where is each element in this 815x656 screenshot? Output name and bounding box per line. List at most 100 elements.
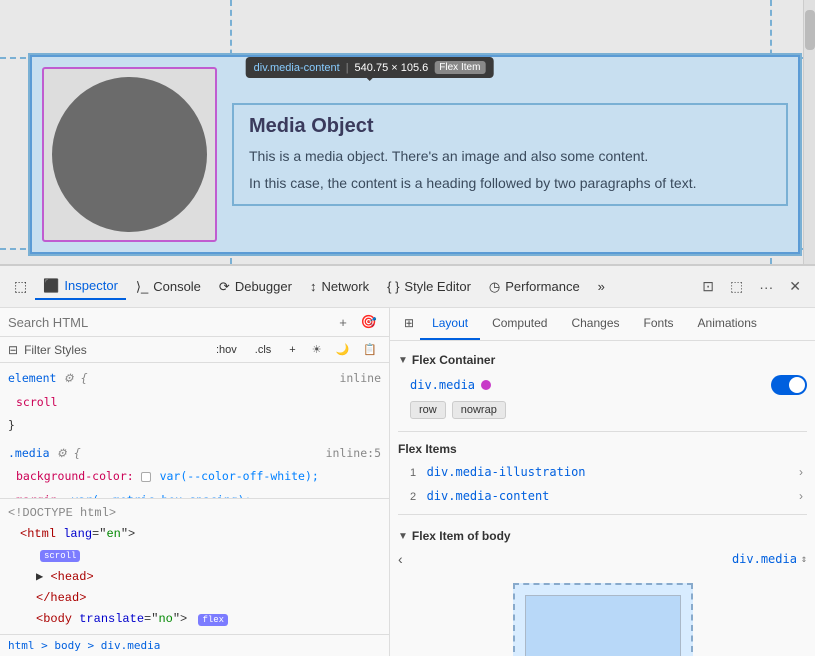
tab-changes[interactable]: Changes [559, 308, 631, 340]
more-tools-button[interactable]: » [590, 275, 613, 298]
flex-item-body-header[interactable]: ▼ Flex Item of body [398, 525, 807, 547]
style-content: element ⚙ { inline scroll } .media ⚙ { i… [0, 363, 389, 498]
performance-button[interactable]: ◷ Performance [481, 275, 588, 299]
section-arrow-down-2: ▼ [398, 531, 408, 542]
copy-styles-button[interactable]: 📋 [359, 341, 381, 358]
html-inspector-panel: + 🎯 ⊟ Filter Styles :hov .cls + [0, 308, 390, 656]
flex-nowrap-badge[interactable]: nowrap [452, 401, 506, 419]
flex-badges: row nowrap [398, 399, 807, 425]
network-button[interactable]: ↕ Network [302, 275, 377, 298]
media-circle [52, 77, 207, 232]
performance-icon: ◷ [489, 279, 500, 295]
tab-fonts[interactable]: Fonts [632, 308, 686, 340]
responsive-design-button[interactable]: ⊡ [696, 274, 720, 299]
flex-items-header: Flex Items [398, 438, 807, 460]
tree-scroll-badge: scroll [0, 545, 389, 566]
toolbar-right: ⊡ ⬚ ··· ✕ [696, 274, 807, 299]
cursor-button[interactable]: ⬚ [8, 274, 33, 299]
tab-computed[interactable]: Computed [480, 308, 559, 340]
element-property: scroll [0, 391, 389, 415]
tooltip-flex-badge: Flex Item [434, 61, 485, 74]
chevron-right-icon: » [598, 279, 605, 294]
element-selector: element [8, 371, 56, 385]
box-model-preview [513, 583, 693, 656]
tab-animations[interactable]: Animations [686, 308, 769, 340]
sun-icon: ☀ [312, 344, 322, 356]
tree-head[interactable]: ▶ <head> [0, 567, 389, 588]
console-icon: ⟩_ [136, 279, 148, 295]
screenshot-icon: ⬚ [730, 278, 743, 294]
panels-container: + 🎯 ⊟ Filter Styles :hov .cls + [0, 308, 815, 656]
inspector-icon: ⬛ [43, 278, 59, 294]
cls-button[interactable]: .cls [249, 342, 278, 358]
light-theme-button[interactable]: ☀ [308, 341, 326, 358]
tree-body[interactable]: <body translate="no"> flex [0, 609, 389, 630]
element-tooltip: div.media-content | 540.75 × 105.6 Flex … [246, 57, 494, 78]
scrollbar[interactable] [803, 0, 815, 264]
tab-layout-expand[interactable]: ⊞ [398, 308, 420, 340]
close-icon: ✕ [789, 278, 801, 294]
console-button[interactable]: ⟩_ Console [128, 275, 209, 299]
flex-item-1[interactable]: 1 div.media-illustration › [398, 460, 807, 484]
flex-item-2[interactable]: 2 div.media-content › [398, 484, 807, 508]
eyedropper-icon: 🎯 [361, 314, 377, 329]
media-heading: Media Object [249, 115, 771, 138]
flex-row-badge[interactable]: row [410, 401, 446, 419]
preview-area: div.media-content | 540.75 × 105.6 Flex … [0, 0, 815, 265]
flex-container-element: div.media [410, 378, 491, 392]
hov-button[interactable]: :hov [210, 342, 243, 358]
plus-icon2: + [289, 344, 295, 356]
screenshot-button[interactable]: ⬚ [724, 274, 749, 299]
search-input[interactable] [8, 315, 329, 330]
element-rule-block: element ⚙ { inline [0, 367, 389, 391]
tooltip-element: div.media-content [254, 62, 340, 74]
right-panel: ⊞ Layout Computed Changes Fonts Animatio… [390, 308, 815, 656]
responsive-icon: ⊡ [702, 278, 714, 294]
console-label: Console [153, 279, 201, 294]
tab-layout[interactable]: Layout [420, 308, 480, 340]
dropdown-arrow[interactable]: ⇕ [801, 554, 807, 565]
style-editor-label: Style Editor [404, 279, 470, 294]
plus-icon: + [339, 315, 347, 330]
nav-back-arrow[interactable]: ‹ [398, 551, 403, 567]
box-model-container [398, 575, 807, 656]
inspector-button[interactable]: ⬛ Inspector [35, 274, 126, 300]
style-filter-bar: ⊟ Filter Styles :hov .cls + ☀ 🌙 [0, 337, 389, 363]
margin-prop: margin: var(--metric-box-spacing); [0, 489, 389, 498]
html-tree: <!DOCTYPE html> <html lang="en"> scroll … [0, 498, 389, 634]
close-button[interactable]: ✕ [783, 274, 807, 299]
media-content: Media Object This is a media object. The… [232, 103, 788, 206]
tree-doctype[interactable]: <!DOCTYPE html> [0, 503, 389, 524]
chevron-right-icon-2: › [799, 489, 803, 503]
debugger-button[interactable]: ⟳ Debugger [211, 275, 300, 299]
add-rule-button[interactable]: + [283, 342, 301, 358]
flex-container-label: Flex Container [412, 353, 495, 367]
search-bar: + 🎯 [0, 308, 389, 337]
color-swatch-icon[interactable] [141, 472, 151, 482]
breadcrumb: html > body > div.media [0, 634, 389, 656]
pick-element-button[interactable]: 🎯 [357, 312, 381, 332]
flex-item-of-body: ▼ Flex Item of body ‹ div.media ⇕ [398, 521, 807, 575]
network-icon: ↕ [310, 279, 317, 294]
flex-container-header[interactable]: ▼ Flex Container [398, 349, 807, 371]
cls-label: .cls [255, 344, 272, 356]
add-node-button[interactable]: + [335, 313, 351, 332]
filter-icon: ⊟ [8, 343, 18, 357]
dark-theme-button[interactable]: 🌙 [332, 341, 354, 358]
network-label: Network [321, 279, 369, 294]
tree-html[interactable]: <html lang="en"> [0, 524, 389, 545]
ellipsis-icon: ··· [759, 279, 773, 295]
tree-head-close[interactable]: </head> [0, 588, 389, 609]
debugger-icon: ⟳ [219, 279, 230, 295]
media-text-1: This is a media object. There's an image… [249, 146, 771, 167]
section-arrow-down: ▼ [398, 355, 408, 366]
inspector-label: Inspector [64, 278, 117, 293]
flex-toggle[interactable] [771, 375, 807, 395]
flex-item-nav: div.media ⇕ [732, 552, 807, 566]
media-text-2: In this case, the content is a heading f… [249, 173, 771, 194]
media-illustration [42, 67, 217, 242]
right-tabs: ⊞ Layout Computed Changes Fonts Animatio… [390, 308, 815, 341]
style-editor-button[interactable]: { } Style Editor [379, 275, 479, 298]
overflow-button[interactable]: ··· [753, 275, 779, 299]
media-object: Media Object This is a media object. The… [30, 55, 800, 254]
